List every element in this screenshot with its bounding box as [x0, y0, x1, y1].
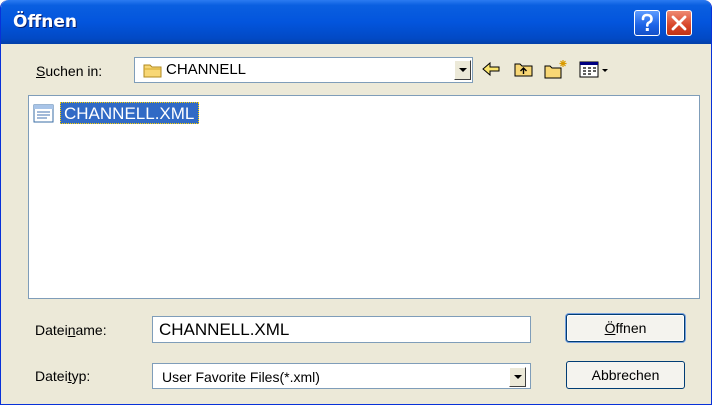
- close-button[interactable]: [666, 10, 692, 36]
- cancel-button[interactable]: Abbrechen: [566, 361, 685, 389]
- file-list[interactable]: CHANNELL.XML: [28, 95, 700, 299]
- filetype-dropdown-button[interactable]: [509, 367, 526, 387]
- filename-label: Dateiname:: [35, 322, 107, 338]
- lookin-combo[interactable]: CHANNELL: [134, 57, 473, 83]
- up-folder-icon[interactable]: [512, 58, 536, 80]
- back-arrow-icon[interactable]: [479, 58, 503, 80]
- question-icon: [641, 13, 653, 31]
- xml-file-icon: [33, 104, 54, 123]
- window-title: Öffnen: [13, 12, 77, 32]
- filetype-combo[interactable]: User Favorite Files(*.xml): [152, 363, 531, 389]
- open-button[interactable]: Öffnen: [566, 314, 685, 342]
- folder-icon: [143, 64, 162, 78]
- filetype-value: User Favorite Files(*.xml): [162, 369, 320, 385]
- file-name: CHANNELL.XML: [60, 102, 200, 124]
- view-menu-icon[interactable]: [578, 58, 610, 80]
- filetype-label: Dateityp:: [35, 368, 91, 384]
- open-dialog: Öffnen Suchen in: CHANNELL CHANNELL.XML …: [0, 0, 712, 405]
- title-bar[interactable]: Öffnen: [1, 0, 711, 44]
- filename-input[interactable]: CHANNELL.XML: [152, 316, 531, 343]
- new-folder-icon[interactable]: [543, 58, 569, 80]
- help-button[interactable]: [634, 10, 660, 36]
- lookin-dropdown-button[interactable]: [454, 60, 471, 80]
- lookin-label: Suchen in:: [36, 63, 103, 79]
- close-icon: [671, 15, 687, 31]
- lookin-value: CHANNELL: [166, 61, 247, 78]
